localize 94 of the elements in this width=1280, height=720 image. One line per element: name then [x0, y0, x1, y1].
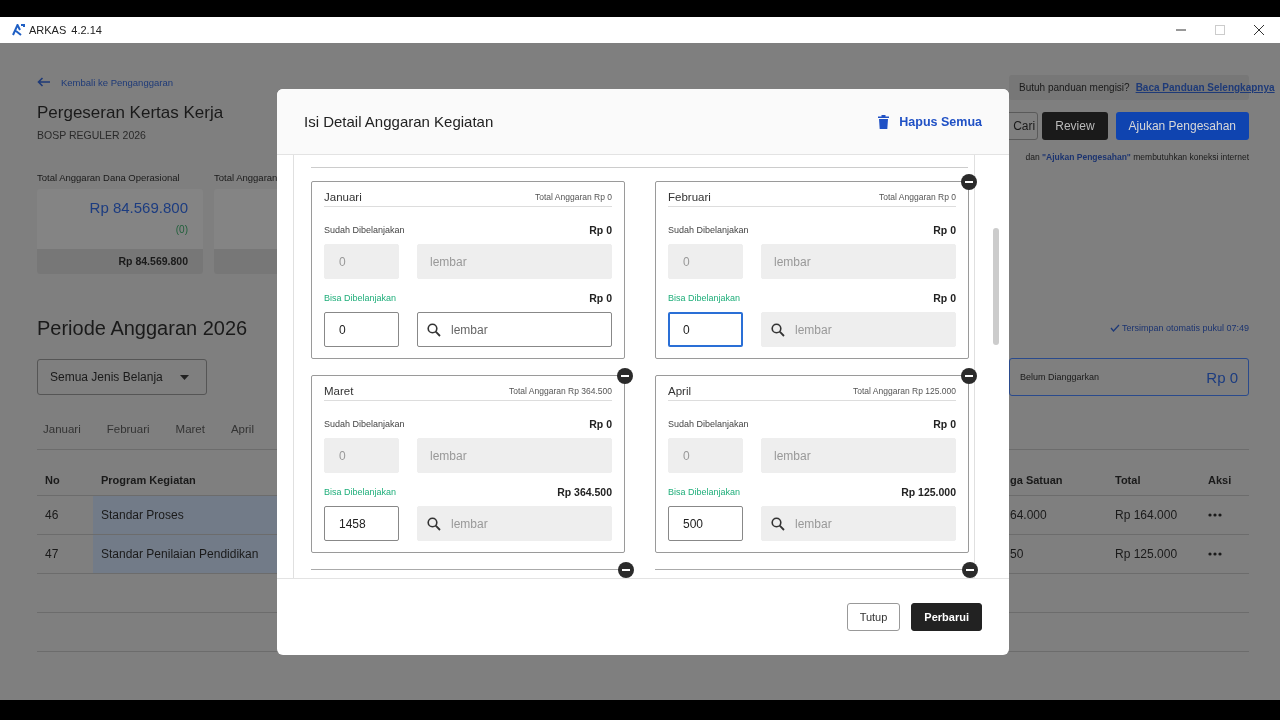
unbudgeted-amount: Rp 0	[1206, 368, 1238, 386]
app-version: 4.2.14	[71, 24, 102, 36]
table-cell-text: 50	[1010, 546, 1025, 563]
spent-label: Sudah Dibelanjakan	[668, 419, 749, 429]
close-icon[interactable]	[1254, 25, 1264, 35]
quantity-field[interactable]: 0	[324, 438, 399, 473]
period-title: Periode Anggaran 2026	[37, 316, 248, 340]
month-total: Total Anggaran Rp 125.000	[852, 386, 956, 397]
spent-amount: Rp 0	[589, 418, 612, 430]
month-total: Total Anggaran Rp 364.500	[508, 386, 612, 397]
table-cell-text: 46	[44, 507, 60, 524]
back-link[interactable]: Kembali ke Penganggaran	[61, 76, 173, 88]
spent-label: Sudah Dibelanjakan	[324, 419, 405, 429]
quantity-field[interactable]: 0	[668, 438, 743, 473]
spent-label: Sudah Dibelanjakan	[324, 225, 405, 235]
dialog-button[interactable]: Perbarui	[911, 603, 982, 631]
available-amount: Rp 125.000	[901, 486, 956, 498]
spent-amount: Rp 0	[589, 224, 612, 236]
action-button[interactable]: Ajukan Pengesahan	[1115, 112, 1249, 140]
month-total: Total Anggaran Rp 0	[534, 192, 612, 203]
quantity-field[interactable]: 0	[668, 244, 743, 279]
connection-note: dan "Ajukan Pengesahan" membutuhkan koneksi internet	[1025, 152, 1249, 162]
remove-icon[interactable]	[962, 562, 978, 578]
trash-icon	[878, 114, 890, 129]
month-name: Januari	[324, 191, 362, 203]
available-label: Bisa Dibelanjakan	[324, 487, 397, 497]
check-icon	[1109, 324, 1120, 332]
spent-amount: Rp 0	[933, 418, 956, 430]
modal-title: Isi Detail Anggaran Kegiatan	[304, 113, 494, 130]
scrollbar[interactable]	[993, 228, 999, 345]
remove-icon[interactable]	[618, 562, 634, 578]
page-title: Pergeseran Kertas Kerja	[37, 103, 225, 123]
month-tab[interactable]: Februari	[106, 420, 150, 438]
quantity-field[interactable]: 0	[668, 312, 743, 347]
remove-icon[interactable]	[617, 368, 633, 384]
available-amount: Rp 0	[933, 292, 956, 304]
spent-label: Sudah Dibelanjakan	[668, 225, 749, 235]
spent-amount: Rp 0	[933, 224, 956, 236]
month-tab[interactable]: April	[230, 420, 254, 438]
available-label: Bisa Dibelanjakan	[668, 487, 741, 497]
month-name: Maret	[324, 385, 354, 397]
summary-label: Total Anggaran Dana Operasional	[37, 172, 181, 184]
table-cell-text: 47	[44, 546, 60, 563]
column-header: Total	[1114, 473, 1142, 488]
search-icon	[771, 516, 785, 531]
quantity-field[interactable]: 500	[668, 506, 743, 541]
month-tab[interactable]: Januari	[43, 420, 81, 438]
quantity-field[interactable]: 1458	[324, 506, 399, 541]
table-cell-text: Rp 164.000	[1114, 507, 1179, 524]
column-header: No	[44, 473, 61, 488]
guide-question: Butuh panduan mengisi?	[1019, 82, 1130, 93]
available-label: Bisa Dibelanjakan	[668, 293, 741, 303]
clear-all-button[interactable]: Hapus Semua	[878, 114, 982, 129]
unit-field[interactable]: lembar	[761, 244, 956, 279]
month-total: Total Anggaran Rp 0	[878, 192, 956, 203]
unit-field[interactable]: lembar	[761, 438, 956, 473]
quantity-field[interactable]: 0	[324, 312, 399, 347]
dialog-button[interactable]: Tutup	[846, 603, 901, 631]
column-header: Aksi	[1207, 473, 1233, 488]
filter-dropdown[interactable]: Semua Jenis Belanja	[37, 359, 207, 395]
remove-icon[interactable]	[961, 368, 977, 384]
guide-link[interactable]: Baca Panduan Selengkapnya	[1135, 82, 1275, 93]
available-label: Bisa Dibelanjakan	[324, 293, 397, 303]
caret-icon	[180, 374, 189, 380]
more-icon[interactable]	[1208, 552, 1222, 556]
month-tab[interactable]: Maret	[175, 420, 205, 438]
summary-total: Rp 84.569.800	[118, 255, 188, 267]
unit-field[interactable]: lembar	[417, 244, 612, 279]
table-cell-text: Rp 125.000	[1114, 546, 1179, 563]
column-header: Program Kegiatan	[100, 473, 197, 488]
quantity-field[interactable]: 0	[324, 244, 399, 279]
action-button[interactable]: Review	[1042, 112, 1108, 140]
summary-change: (0)	[174, 224, 188, 235]
autosave-status: Tersimpan otomatis pukul 07:49	[1121, 323, 1249, 333]
unit-field[interactable]: lembar	[417, 438, 612, 473]
page-subtitle: BOSP REGULER 2026	[37, 129, 147, 141]
search-icon	[427, 516, 441, 531]
table-cell-text: 64.000	[1010, 507, 1048, 524]
remove-icon[interactable]	[961, 174, 977, 190]
summary-amount: Rp 84.569.800	[88, 199, 188, 216]
search-icon	[771, 322, 785, 337]
available-amount: Rp 364.500	[557, 486, 612, 498]
more-icon[interactable]	[1208, 513, 1222, 517]
search-icon	[427, 322, 441, 337]
summary-label: Total Anggaran	[214, 172, 279, 184]
unit-search-field[interactable]: lembar	[417, 312, 612, 347]
app-name: ARKAS	[29, 24, 67, 36]
logo-icon	[12, 24, 26, 36]
back-arrow-icon[interactable]	[37, 77, 51, 87]
unbudgeted-label: Belum Dianggarkan	[1020, 372, 1100, 382]
month-name: Februari	[668, 191, 711, 203]
column-header: ga Satuan	[1010, 473, 1064, 488]
available-amount: Rp 0	[589, 292, 612, 304]
month-name: April	[668, 385, 691, 397]
